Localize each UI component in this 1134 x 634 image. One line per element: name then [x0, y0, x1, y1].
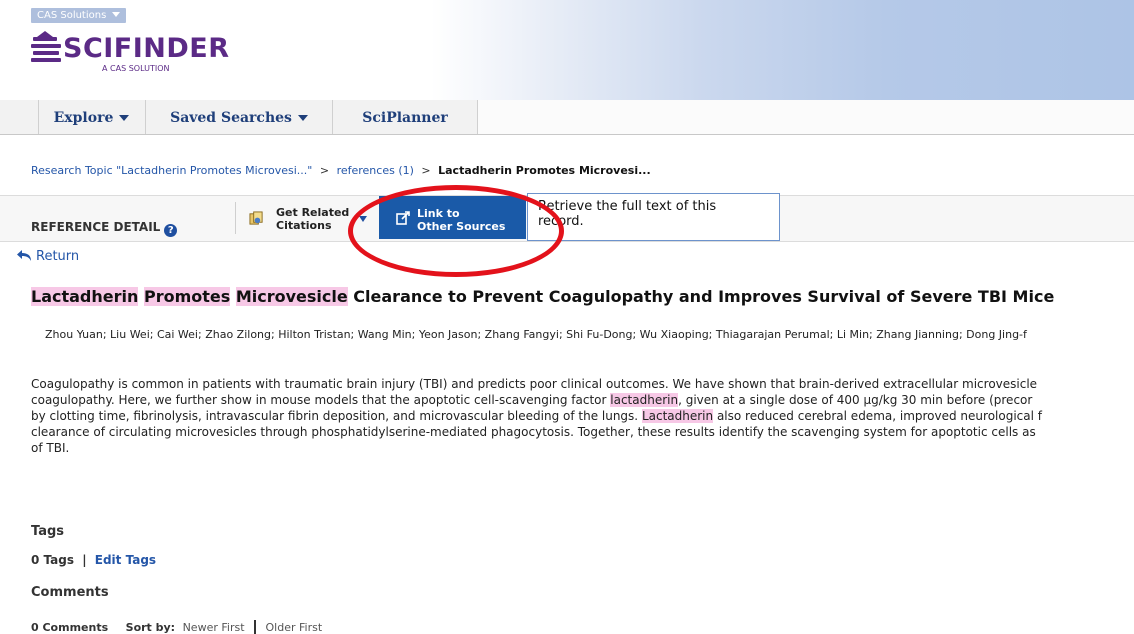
author-list: Zhou Yuan; Liu Wei; Cai Wei; Zhao Zilong… [45, 328, 1027, 341]
nav-explore[interactable]: Explore [38, 100, 146, 134]
comments-count: 0 Comments [31, 621, 109, 634]
nav-saved-searches[interactable]: Saved Searches [146, 100, 333, 134]
main-nav: Explore Saved Searches SciPlanner [0, 100, 1134, 135]
breadcrumb: Research Topic "Lactadherin Promotes Mic… [31, 164, 651, 177]
breadcrumb-current: Lactadherin Promotes Microvesi... [438, 164, 651, 177]
tags-row: 0 Tags | Edit Tags [31, 553, 156, 567]
reference-detail-heading: REFERENCE DETAIL? [31, 220, 178, 237]
tooltip-line1: Retrieve the full text of this [538, 199, 717, 214]
get-related-line2: Citations [276, 219, 332, 232]
chevron-down-icon [297, 115, 308, 121]
abstract-line: by clotting time, fibrinolysis, intravas… [31, 408, 1134, 424]
nav-spacer [0, 100, 39, 134]
logo-wordmark: SCIFINDER [63, 33, 230, 64]
tags-heading: Tags [31, 524, 65, 539]
sort-older-first[interactable]: Older First [266, 621, 323, 634]
link-to-other-sources-button[interactable]: Link to Other Sources [379, 196, 526, 239]
nav-saved-searches-label: Saved Searches [170, 110, 292, 126]
abstract-line: clearance of circulating microvesicles t… [31, 425, 1036, 439]
help-icon[interactable]: ? [164, 224, 178, 237]
return-label: Return [36, 249, 80, 264]
link-line2: Other Sources [417, 220, 506, 233]
sort-newer-first[interactable]: Newer First [183, 621, 245, 634]
tags-count: 0 Tags [31, 553, 74, 567]
chevron-down-icon [112, 12, 121, 17]
title-highlight: Microvesicle [235, 287, 348, 306]
link-line1: Link to [417, 207, 460, 220]
abstract-line: of TBI. [31, 441, 70, 455]
return-link[interactable]: Return [36, 249, 79, 264]
cas-solutions-label: CAS Solutions [37, 10, 107, 21]
edit-tags-link[interactable]: Edit Tags [95, 553, 156, 567]
breadcrumb-research-topic[interactable]: Research Topic "Lactadherin Promotes Mic… [31, 164, 312, 177]
toolbar-divider [235, 202, 236, 234]
link-to-other-sources-text: Link to Other Sources [417, 207, 505, 233]
nav-explore-label: Explore [53, 110, 114, 126]
abstract: Coagulopathy is common in patients with … [31, 376, 1134, 456]
abstract-line: coagulopathy. Here, we further show in m… [31, 392, 1134, 408]
get-related-text: Get Related Citations [276, 206, 349, 232]
link-tooltip: Retrieve the full text of this record. [527, 193, 780, 241]
reference-title: Lactadherin Promotes Microvesicle Cleara… [31, 287, 1054, 306]
abstract-text: , given at a single dose of 400 µg/kg 30… [678, 393, 1033, 407]
cas-solutions-menu[interactable]: CAS Solutions [31, 8, 127, 23]
title-text [230, 287, 236, 306]
external-link-icon [396, 211, 410, 225]
related-citations-icon [249, 211, 263, 225]
abstract-line: Coagulopathy is common in patients with … [31, 377, 1038, 391]
return-arrow-icon[interactable] [17, 249, 33, 263]
tags-divider: | [82, 553, 87, 567]
get-related-line1: Get Related [276, 206, 350, 219]
abstract-text: by clotting time, fibrinolysis, intravas… [31, 409, 642, 423]
nav-sciplanner[interactable]: SciPlanner [333, 100, 478, 134]
title-highlight: Promotes [143, 287, 231, 306]
title-highlight: Lactadherin [31, 287, 139, 306]
abstract-highlight: lactadherin [610, 393, 679, 407]
nav-filler [478, 100, 1134, 134]
logo-subtitle: A CAS SOLUTION [102, 64, 170, 73]
title-text: Clearance to Prevent Coagulopathy and Im… [347, 287, 1055, 306]
reference-detail-label: REFERENCE DETAIL [31, 220, 161, 234]
sort-by-label: Sort by: [125, 621, 176, 634]
tooltip-line2: record. [538, 214, 584, 229]
abstract-text: also reduced cerebral edema, improved ne… [713, 409, 1042, 423]
abstract-highlight: Lactadherin [641, 409, 714, 423]
nav-sciplanner-label: SciPlanner [362, 110, 448, 126]
chevron-down-icon[interactable] [359, 216, 367, 222]
comments-heading: Comments [31, 585, 109, 600]
breadcrumb-separator: > [319, 164, 330, 177]
get-related-citations-button[interactable]: Get Related Citations [249, 205, 359, 235]
abstract-text: coagulopathy. Here, we further show in m… [31, 393, 611, 407]
breadcrumb-separator: > [421, 164, 431, 177]
chevron-down-icon [119, 115, 130, 121]
breadcrumb-references[interactable]: references (1) [337, 164, 414, 177]
